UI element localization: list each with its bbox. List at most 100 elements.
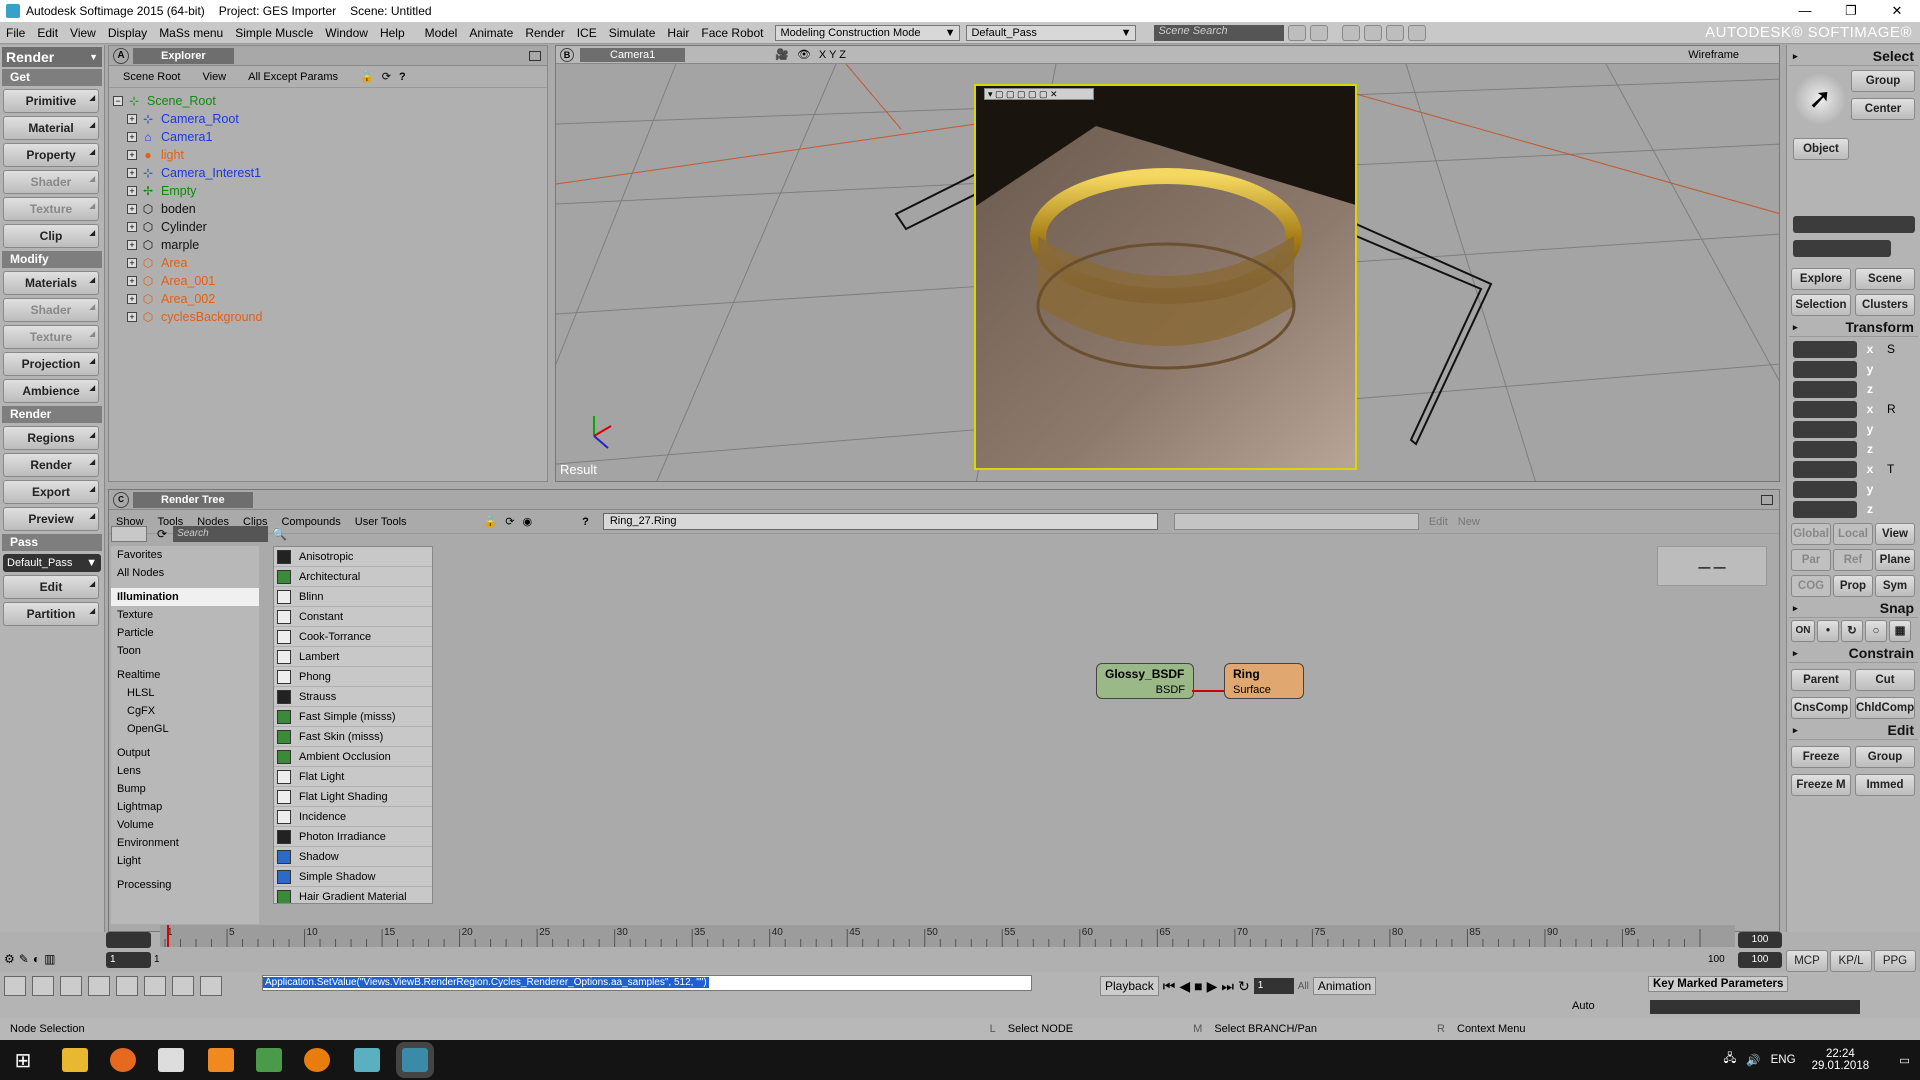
tab-kpl[interactable]: KP/L	[1830, 950, 1872, 972]
object-select-button[interactable]: Object	[1793, 138, 1849, 160]
node-graph[interactable]: Glossy_BSDF BSDF Ring Surface — —	[437, 546, 1777, 924]
tool-icon[interactable]: ▥	[44, 952, 55, 966]
tab-mcp[interactable]: MCP	[1786, 950, 1828, 972]
timeline-start-field[interactable]	[106, 932, 151, 948]
lock-icon[interactable]: 🔒	[484, 515, 498, 528]
tree-item[interactable]: − ⊹ Scene_Root	[113, 92, 547, 110]
category-item[interactable]: Texture	[111, 606, 259, 624]
chevron-icon[interactable]: ▸	[1793, 322, 1798, 333]
transform-field[interactable]	[1793, 500, 1857, 518]
display-mode[interactable]: Wireframe	[1688, 49, 1739, 61]
edit-button[interactable]: Edit	[1429, 516, 1448, 528]
shader-node-item[interactable]: Hair Gradient Material	[274, 887, 432, 903]
view-mode-icon[interactable]	[111, 526, 147, 542]
group-select-button[interactable]: Group	[1851, 70, 1915, 92]
tree-item[interactable]: + ⬡ Area_002	[113, 290, 547, 308]
maximize-button[interactable]: ❐	[1828, 3, 1874, 19]
category-item[interactable]: Processing	[111, 876, 259, 894]
app-icon[interactable]	[354, 1048, 380, 1072]
panel-letter[interactable]: C	[113, 491, 129, 508]
language-indicator[interactable]: ENG	[1771, 1054, 1796, 1066]
chevron-icon[interactable]: ▸	[1793, 648, 1798, 659]
key-marked-parameters-button[interactable]: Key Marked Parameters	[1648, 976, 1789, 992]
shader-node-item[interactable]: Flat Light Shading	[274, 787, 432, 807]
shader-node-item[interactable]: Phong	[274, 667, 432, 687]
parent-button[interactable]: Parent	[1791, 669, 1851, 691]
eye-icon[interactable]: 👁	[797, 48, 811, 61]
category-item[interactable]: Realtime	[111, 666, 259, 684]
graph-minimap[interactable]: — —	[1657, 546, 1767, 586]
tree-item[interactable]: + ⬡ Cylinder	[113, 218, 547, 236]
camera-selector[interactable]: Camera1	[580, 47, 686, 62]
filter-button[interactable]: All Except Params	[240, 69, 346, 85]
explorer-title[interactable]: Explorer	[133, 47, 234, 64]
auto-key-toggle[interactable]: Auto	[1572, 1000, 1595, 1012]
notifications-icon[interactable]: ▭	[1899, 1053, 1910, 1067]
category-item[interactable]: Bump	[111, 780, 259, 798]
snap-grid-icon[interactable]: ▦	[1889, 620, 1911, 642]
layout-icon[interactable]	[144, 976, 166, 996]
category-item[interactable]: OpenGL	[111, 720, 259, 738]
secondary-combo[interactable]	[1173, 513, 1419, 530]
category-item[interactable]: Favorites	[111, 546, 259, 564]
maximize-icon[interactable]	[529, 50, 541, 61]
tree-item[interactable]: + ⬡ Area	[113, 254, 547, 272]
menu-display[interactable]: Display	[102, 23, 153, 43]
snap-curve-icon[interactable]: ↻	[1841, 620, 1863, 642]
layout-icon[interactable]	[32, 976, 54, 996]
chevron-icon[interactable]: ▸	[1793, 725, 1798, 736]
scene-search-input[interactable]: Scene Search	[1154, 24, 1285, 41]
category-item[interactable]: Volume	[111, 816, 259, 834]
windows-start-icon[interactable]: ⊞	[10, 1048, 36, 1072]
menu-help[interactable]: Help	[374, 23, 411, 43]
chevron-icon[interactable]: ▸	[1793, 51, 1798, 62]
get-material-button[interactable]: Material ◢	[3, 116, 99, 140]
render-preview-button[interactable]: Preview ◢	[3, 507, 99, 531]
menu-face-robot[interactable]: Face Robot	[695, 23, 769, 43]
close-button[interactable]: ✕	[1874, 3, 1920, 19]
shader-node-item[interactable]: Fast Skin (misss)	[274, 727, 432, 747]
transform-field[interactable]	[1793, 380, 1857, 398]
minimize-button[interactable]: —	[1782, 3, 1828, 19]
editor-icon[interactable]	[256, 1048, 282, 1072]
key-slider[interactable]	[1650, 1000, 1860, 1014]
timeline-start-field-2[interactable]: 1	[106, 952, 151, 968]
modify-texture-button[interactable]: Texture ◢	[3, 325, 99, 349]
step-back-icon[interactable]: ◀	[1179, 978, 1190, 995]
category-item[interactable]: HLSL	[111, 684, 259, 702]
menu-mass[interactable]: MaSs menu	[153, 23, 229, 43]
category-item[interactable]: Lens	[111, 762, 259, 780]
tool-icon[interactable]: ◐	[33, 952, 40, 966]
maximize-icon[interactable]	[1761, 494, 1773, 505]
expand-icon[interactable]: +	[127, 276, 137, 286]
filter-icon[interactable]	[1310, 24, 1329, 41]
get-clip-button[interactable]: Clip ◢	[3, 224, 99, 248]
category-item[interactable]: CgFX	[111, 702, 259, 720]
tree-item[interactable]: + ⌂ Camera1	[113, 128, 547, 146]
transform-tool-icon[interactable]: R	[1887, 402, 1896, 416]
view-button[interactable]: View	[194, 69, 234, 85]
category-item[interactable]: Lightmap	[111, 798, 259, 816]
shader-node-item[interactable]: Cook-Torrance	[274, 627, 432, 647]
toolbar-mode-selector[interactable]: Render ▼	[2, 47, 102, 67]
timeline-end-field[interactable]: 100	[1738, 932, 1782, 948]
scene-root-button[interactable]: Scene Root	[115, 69, 188, 85]
cog-toggle[interactable]: COG	[1791, 575, 1831, 597]
transform-tool-icon[interactable]: S	[1887, 342, 1895, 356]
category-item[interactable]: Particle	[111, 624, 259, 642]
tool-icon[interactable]	[1342, 24, 1361, 41]
transform-field[interactable]	[1793, 420, 1857, 438]
expand-icon[interactable]: +	[127, 222, 137, 232]
app-icon[interactable]	[158, 1048, 184, 1072]
plane-mode[interactable]: Plane	[1875, 549, 1915, 571]
menu-view[interactable]: View	[64, 23, 102, 43]
timeline-end-field-2[interactable]: 100	[1738, 952, 1782, 968]
layout-icon[interactable]	[88, 976, 110, 996]
render-export-button[interactable]: Export ◢	[3, 480, 99, 504]
cnscomp-button[interactable]: CnsComp	[1791, 697, 1851, 719]
loop-icon[interactable]: ↻	[1238, 978, 1250, 995]
chevron-icon[interactable]: ▸	[1793, 603, 1798, 614]
sym-toggle[interactable]: Sym	[1875, 575, 1915, 597]
layout-icon[interactable]	[116, 976, 138, 996]
immed-button[interactable]: Immed	[1855, 774, 1915, 796]
